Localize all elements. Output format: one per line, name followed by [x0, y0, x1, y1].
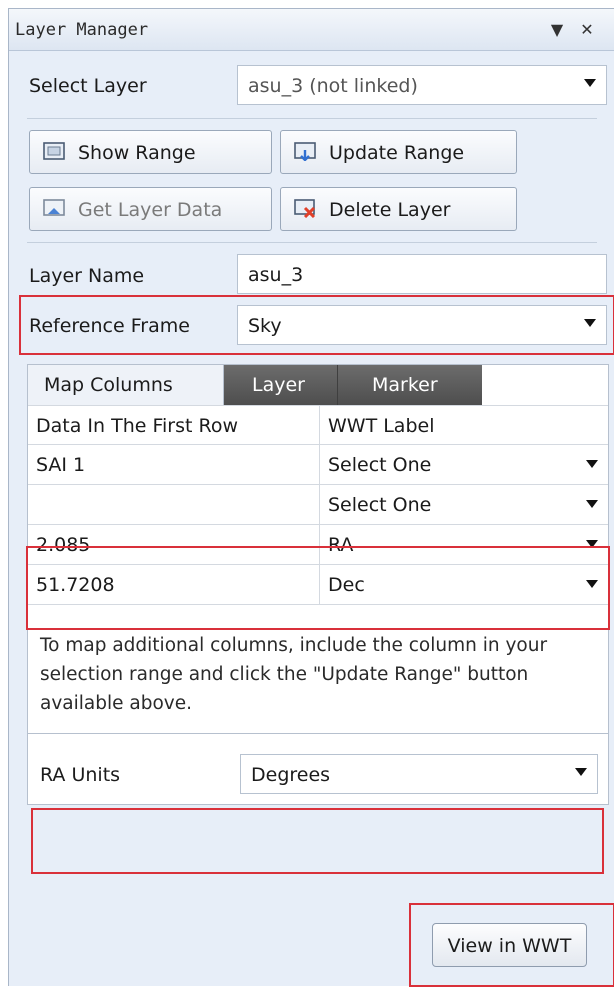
get-layer-data-button[interactable]: Get Layer Data: [29, 187, 272, 231]
ra-units-value: Degrees: [251, 764, 331, 786]
tab-layer[interactable]: Layer: [224, 365, 338, 405]
tab-map-columns-label: Map Columns: [44, 374, 173, 396]
divider: [27, 242, 597, 243]
divider: [27, 118, 597, 119]
layer-manager-panel: Layer Manager ▼ ✕ Select Layer asu_3 (no…: [8, 8, 614, 987]
tab-marker-label: Marker: [372, 374, 438, 396]
highlight-box: [26, 546, 610, 630]
layer-name-input[interactable]: asu_3: [237, 254, 607, 294]
chevron-down-icon: [586, 500, 598, 508]
ra-units-dropdown[interactable]: Degrees: [240, 754, 598, 794]
panel-title: Layer Manager: [15, 20, 149, 40]
show-range-button[interactable]: Show Range: [29, 130, 272, 174]
dropdown-menu-icon[interactable]: ▼: [545, 17, 569, 41]
table-row: SAI 1 Select One: [28, 445, 608, 485]
delete-layer-button[interactable]: Delete Layer: [280, 187, 517, 231]
get-layer-data-label: Get Layer Data: [78, 199, 223, 221]
delete-icon: [294, 199, 316, 218]
view-in-wwt-button[interactable]: View in WWT: [432, 923, 587, 967]
view-in-wwt-label: View in WWT: [447, 935, 572, 957]
hint-text: To map additional columns, include the c…: [40, 635, 548, 714]
layer-name-value: asu_3: [248, 264, 304, 286]
data-cell: SAI 1: [28, 445, 320, 484]
delete-layer-label: Delete Layer: [329, 199, 451, 221]
table-row: Select One: [28, 485, 608, 525]
wwt-label-dropdown[interactable]: Select One: [320, 485, 608, 524]
reference-frame-dropdown[interactable]: Sky: [237, 305, 607, 345]
reference-frame-label: Reference Frame: [29, 315, 190, 337]
chevron-down-icon: [575, 768, 587, 776]
select-layer-label: Select Layer: [29, 75, 147, 97]
divider: [28, 733, 608, 734]
update-range-button[interactable]: Update Range: [280, 130, 517, 174]
chevron-down-icon: [584, 319, 596, 327]
column-header-data: Data In The First Row: [28, 406, 320, 445]
ra-units-label: RA Units: [40, 764, 121, 786]
select-layer-value: asu_3 (not linked): [248, 75, 418, 97]
tab-marker[interactable]: Marker: [338, 365, 482, 405]
chevron-down-icon: [584, 79, 596, 87]
select-layer-dropdown[interactable]: asu_3 (not linked): [237, 65, 607, 105]
update-range-label: Update Range: [329, 142, 465, 164]
wwt-label-dropdown[interactable]: Select One: [320, 445, 608, 484]
reference-frame-value: Sky: [248, 315, 282, 337]
highlight-box: [31, 808, 604, 874]
grid-header-row: Data In The First Row WWT Label: [28, 405, 608, 445]
column-header-label: WWT Label: [328, 415, 435, 437]
show-range-label: Show Range: [78, 142, 196, 164]
layer-name-label: Layer Name: [29, 265, 145, 287]
update-range-icon: [294, 142, 316, 161]
chevron-down-icon: [586, 460, 598, 468]
data-cell: [28, 485, 320, 524]
range-icon: [43, 142, 65, 160]
title-bar: Layer Manager ▼ ✕: [9, 9, 614, 51]
get-data-icon: [43, 199, 65, 216]
tab-layer-label: Layer: [252, 374, 305, 396]
tab-map-columns[interactable]: Map Columns: [28, 365, 224, 405]
close-icon[interactable]: ✕: [575, 17, 599, 41]
